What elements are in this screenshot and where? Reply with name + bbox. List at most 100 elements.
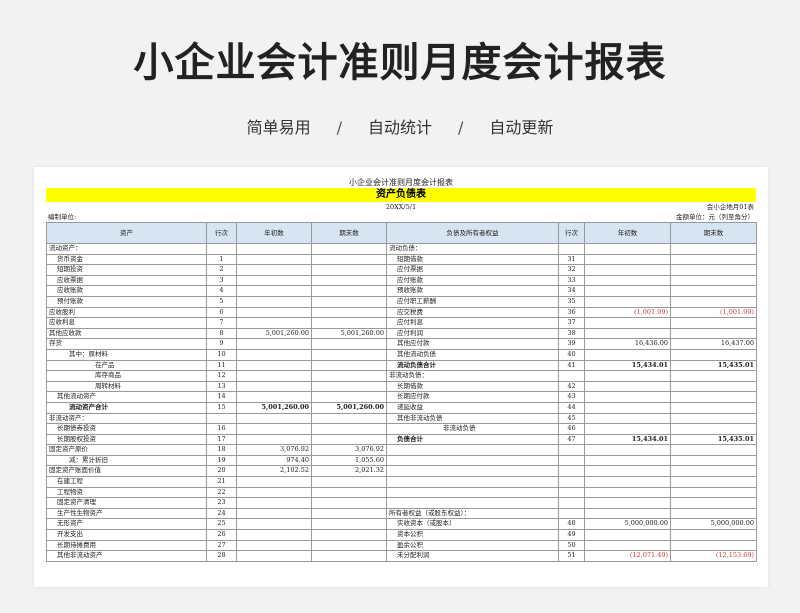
table-row: 库存商品 12 非流动负债： [46, 370, 757, 382]
asset-line-cell: 5 [206, 295, 237, 308]
asset-line-cell: 26 [206, 529, 237, 541]
asset-line-cell: 6 [206, 306, 237, 319]
meta-row-date: 20XX/5/1 会小企地月01表 [46, 202, 756, 212]
liability-name-cell: 其他非流动负债 [386, 412, 559, 425]
table-row: 存货 9 其他应付款 39 16,436.00 16,437.00 [46, 338, 757, 350]
asset-name-cell: 长期股权投资 [46, 433, 207, 446]
liability-end-cell [670, 529, 757, 541]
asset-line-cell: 13 [206, 380, 237, 393]
liability-name-cell: 流动负债合计 [386, 359, 559, 372]
asset-begin-cell [236, 274, 312, 287]
liability-line-cell: 35 [558, 295, 585, 308]
liability-end-cell [670, 243, 757, 255]
liability-name-cell: 非流动负债： [386, 370, 559, 382]
liability-end-cell [670, 454, 757, 467]
table-row: 其他应收款 8 5,001,260.00 5,001,260.00 应付利润 38 [46, 327, 757, 340]
asset-name-cell: 固定资产原价 [46, 444, 207, 456]
liability-end-cell [670, 327, 757, 340]
currency-label: 金额单位：元（列至角分） [676, 213, 754, 221]
liability-begin-cell [584, 274, 671, 287]
asset-line-cell [206, 243, 237, 255]
table-header-row: 资产 行次 年初数 期末数 负债及所有者权益 行次 年初数 期末数 [46, 222, 757, 244]
asset-line-cell: 23 [206, 497, 237, 509]
liability-end-cell [670, 412, 757, 425]
table-row: 应收票据 3 应付账款 33 [46, 274, 757, 287]
asset-name-cell: 短期投资 [46, 264, 207, 276]
liability-end-cell [670, 285, 757, 297]
asset-end-cell [311, 370, 387, 382]
liability-name-cell: 短期借款 [386, 253, 559, 266]
liability-line-cell [558, 454, 585, 467]
asset-begin-cell [236, 529, 312, 541]
liability-end-cell [670, 391, 757, 403]
table-row: 固定资产原价 18 3,076.92 3,076.92 [46, 444, 757, 456]
liability-line-cell: 38 [558, 327, 585, 340]
liability-name-cell: 未分配利润 [386, 550, 559, 562]
table-row: 固定资产账面价值 20 2,102.52 2,021.32 [46, 465, 757, 478]
asset-name-cell: 开发支出 [46, 529, 207, 541]
liability-end-cell [670, 497, 757, 509]
asset-name-cell: 固定资产清理 [46, 497, 207, 509]
tag-easy: 简单易用 [246, 118, 311, 137]
col-header-liabilities: 负债及所有者权益 [386, 222, 559, 244]
asset-line-cell: 10 [206, 348, 237, 361]
banner-title: 资产负债表 [46, 188, 756, 202]
liability-line-cell: 51 [558, 550, 585, 562]
liability-begin-cell [584, 401, 671, 414]
liability-begin-cell [584, 253, 671, 266]
col-header-line: 行次 [206, 222, 237, 244]
liability-name-cell: 应交税费 [386, 306, 559, 319]
tag-auto-stat: 自动统计 [367, 118, 432, 137]
table-row: 其中：原材料 10 其他流动负债 40 [46, 348, 757, 361]
asset-line-cell: 25 [206, 518, 237, 531]
asset-begin-cell: 974.40 [236, 454, 312, 467]
liability-end-cell: 15,435.01 [670, 433, 757, 446]
liability-end-cell [670, 380, 757, 393]
liability-begin-cell [584, 264, 671, 276]
liability-name-cell: 所有者权益（或股东权益）： [386, 507, 559, 520]
asset-name-cell: 流动资产合计 [46, 401, 207, 414]
liability-end-cell: 15,435.01 [670, 359, 757, 372]
liability-line-cell: 33 [558, 274, 585, 287]
unit-label: 编制单位: [48, 213, 77, 221]
liability-end-cell: 5,000,000.00 [670, 518, 757, 531]
asset-line-cell: 21 [206, 476, 237, 488]
table-row: 应收利息 7 应付利息 37 [46, 317, 757, 329]
asset-end-cell: 5,001,260.00 [311, 401, 387, 414]
liability-begin-cell [584, 423, 671, 435]
asset-begin-cell [236, 338, 312, 350]
asset-end-cell [311, 497, 387, 509]
liability-end-cell [670, 295, 757, 308]
liability-end-cell [670, 507, 757, 520]
form-number: 会小企地月01表 [706, 203, 754, 211]
asset-name-cell: 其他非流动资产 [46, 550, 207, 562]
liability-line-cell: 46 [558, 423, 585, 435]
asset-name-cell: 非流动资产： [46, 412, 207, 425]
asset-name-cell: 固定资产账面价值 [46, 465, 207, 478]
liability-end-cell [670, 401, 757, 414]
asset-line-cell: 4 [206, 285, 237, 297]
liability-line-cell [558, 465, 585, 478]
asset-end-cell [311, 380, 387, 393]
asset-line-cell: 17 [206, 433, 237, 446]
table-row: 流动资产： 流动负债： [46, 243, 757, 255]
liability-line-cell [558, 486, 585, 499]
table-row: 生产性生物资产 24 所有者权益（或股东权益）： [46, 507, 757, 520]
table-row: 在建工程 21 [46, 476, 757, 488]
liability-end-cell [670, 476, 757, 488]
tag-separator: / [458, 118, 464, 137]
col-header-assets: 资产 [46, 222, 207, 244]
asset-line-cell: 20 [206, 465, 237, 478]
asset-begin-cell [236, 391, 312, 403]
asset-line-cell [206, 412, 237, 425]
asset-begin-cell [236, 348, 312, 361]
liability-begin-cell [584, 539, 671, 552]
asset-name-cell: 生产性生物资产 [46, 507, 207, 520]
liability-end-cell: (12,153.69) [670, 550, 757, 562]
asset-begin-cell: 5,001,260.00 [236, 327, 312, 340]
liability-end-cell [670, 370, 757, 382]
liability-line-cell: 32 [558, 264, 585, 276]
table-row: 长期债券投资 16 非流动负债 46 [46, 423, 757, 435]
liability-begin-cell [584, 380, 671, 393]
liability-name-cell: 应付利息 [386, 317, 559, 329]
